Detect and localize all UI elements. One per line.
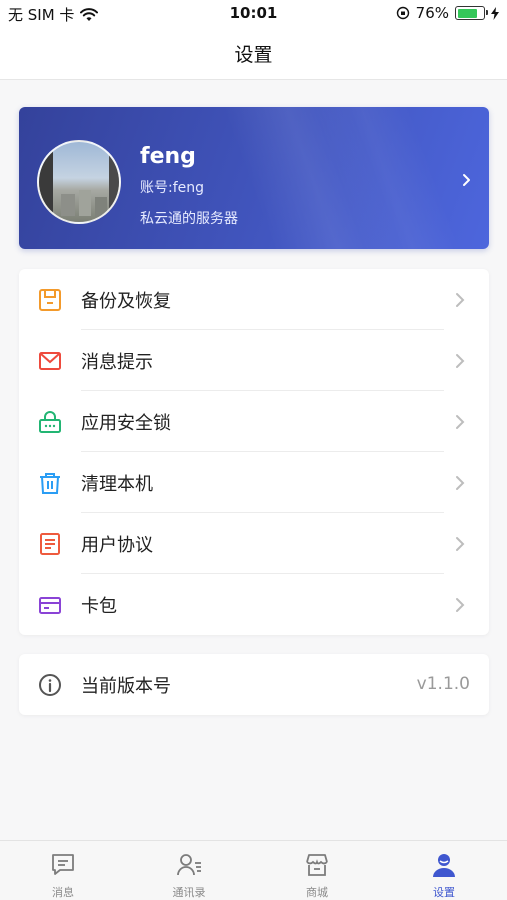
version-value: v1.1.0 [416, 674, 470, 694]
settings-list: 备份及恢复 消息提示 应用安全锁 清理本机 用户协议 卡包 [19, 269, 489, 635]
profile-account: 账号:feng [140, 180, 205, 196]
settings-item-label: 消息提示 [81, 352, 153, 373]
version-label: 当前版本号 [81, 676, 171, 697]
battery-percent: 76% [415, 4, 449, 22]
battery-icon [455, 6, 488, 20]
settings-item-user-agreement[interactable]: 用户协议 [19, 513, 489, 574]
chevron-right-icon [456, 598, 465, 612]
status-right: 76% [396, 4, 499, 22]
tab-label: 设置 [433, 886, 455, 899]
user-settings-icon [433, 854, 455, 877]
settings-item-label: 备份及恢复 [81, 291, 171, 312]
chevron-right-icon [463, 174, 470, 186]
profile-name: feng [140, 144, 196, 169]
tab-bar: 消息 通讯录 商城 设置 [0, 840, 507, 900]
info-icon [39, 674, 61, 696]
message-icon [52, 854, 74, 875]
tab-label: 通讯录 [172, 886, 206, 899]
tab-label: 消息 [52, 886, 74, 899]
settings-item-label: 应用安全锁 [81, 413, 171, 434]
chevron-right-icon [456, 354, 465, 368]
settings-item-notifications[interactable]: 消息提示 [19, 330, 489, 391]
settings-item-app-lock[interactable]: 应用安全锁 [19, 391, 489, 452]
page-title: 设置 [234, 44, 273, 66]
profile-server: 私云通的服务器 [140, 211, 238, 227]
charging-bolt-icon [491, 6, 499, 20]
document-icon [40, 533, 60, 555]
nav-bar: 设置 [0, 28, 507, 80]
status-bar: 无 SIM 卡 10:01 76% [0, 0, 507, 28]
settings-item-backup[interactable]: 备份及恢复 [19, 269, 489, 330]
lock-icon [39, 411, 61, 433]
profile-card[interactable]: feng 账号:feng 私云通的服务器 [19, 107, 489, 249]
store-icon [306, 854, 328, 876]
tab-contacts[interactable]: 通讯录 [126, 841, 252, 900]
tab-settings[interactable]: 设置 [381, 841, 507, 900]
mail-icon [39, 352, 61, 370]
contacts-icon [177, 854, 201, 876]
orientation-lock-icon [396, 6, 409, 20]
settings-item-label: 卡包 [81, 596, 117, 617]
tab-store[interactable]: 商城 [254, 841, 380, 900]
settings-item-label: 用户协议 [81, 535, 153, 556]
tab-messages[interactable]: 消息 [0, 841, 126, 900]
chevron-right-icon [456, 415, 465, 429]
settings-item-label: 清理本机 [81, 474, 153, 495]
chevron-right-icon [456, 476, 465, 490]
card-icon [39, 597, 61, 614]
version-row[interactable]: 当前版本号 v1.1.0 [19, 654, 489, 715]
settings-item-card-wallet[interactable]: 卡包 [19, 574, 489, 635]
chevron-right-icon [456, 293, 465, 307]
backup-icon [39, 289, 61, 311]
tab-label: 商城 [306, 886, 328, 899]
trash-icon [40, 473, 60, 494]
avatar [37, 140, 121, 224]
battery-fill [457, 8, 477, 18]
chevron-right-icon [456, 537, 465, 551]
settings-item-clean[interactable]: 清理本机 [19, 452, 489, 513]
